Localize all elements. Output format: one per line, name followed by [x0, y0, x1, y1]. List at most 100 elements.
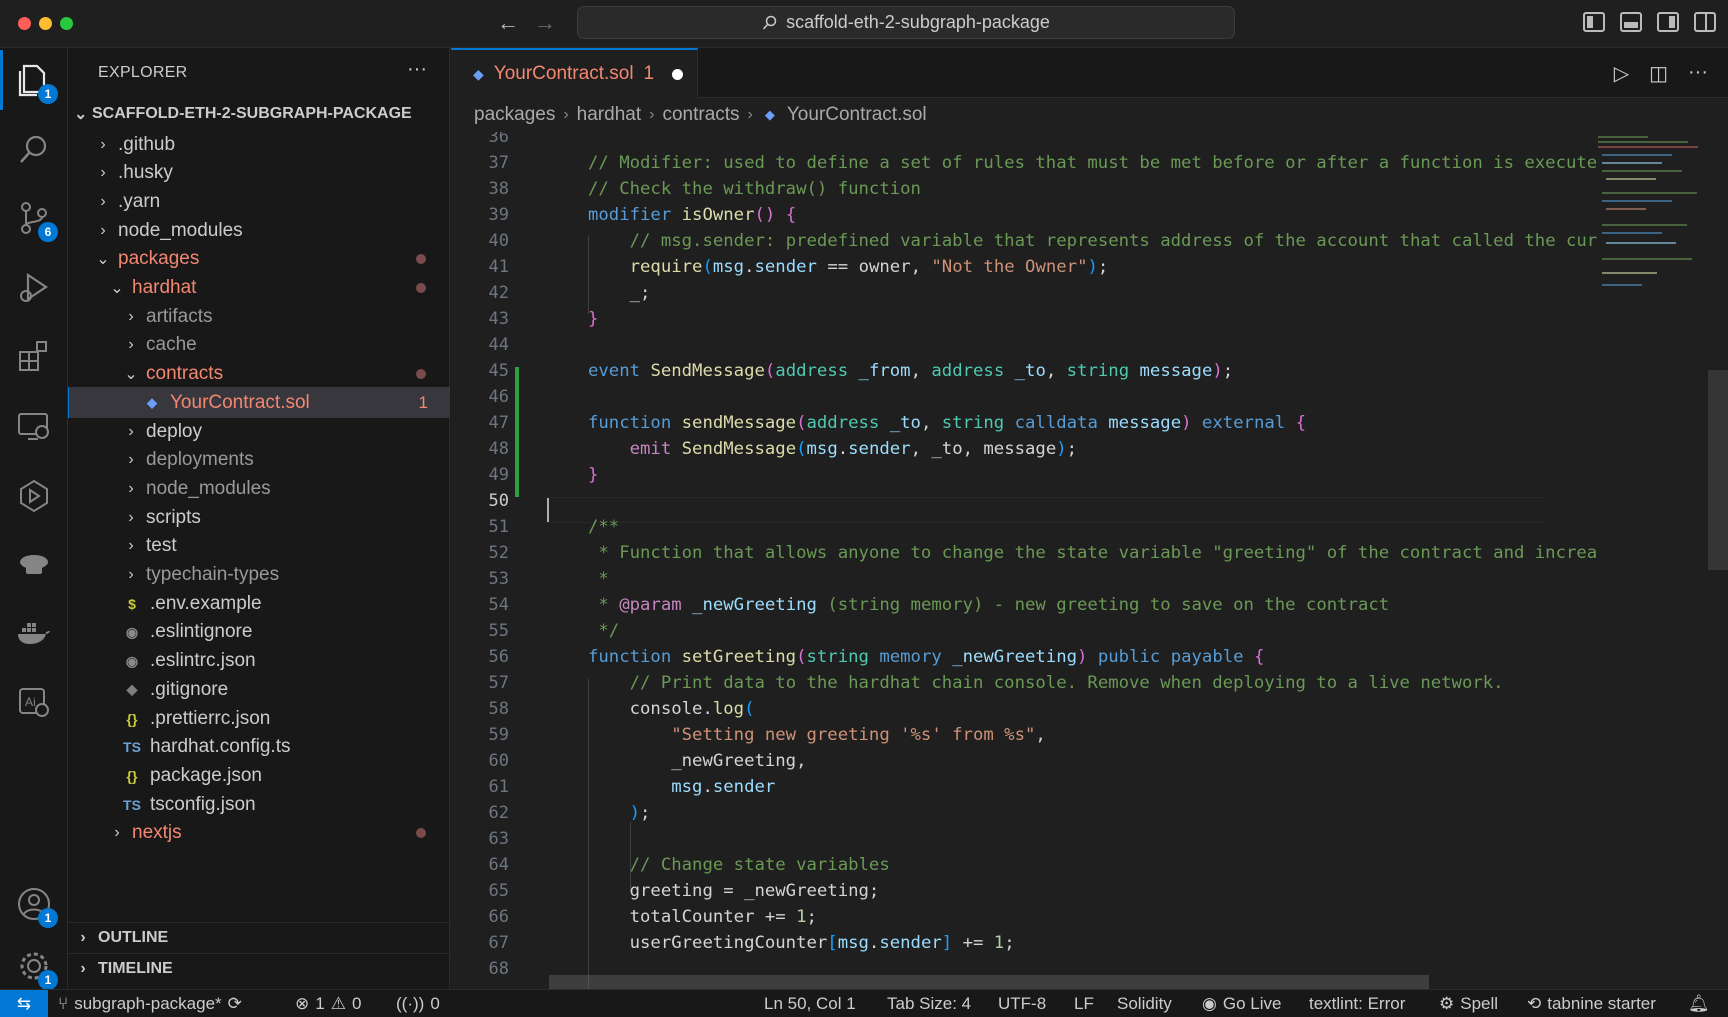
line-number: 68 [488, 959, 509, 979]
tree-item[interactable]: ◆ .gitignore [68, 674, 450, 705]
tree-item-label: contracts [146, 363, 224, 385]
file-type-icon: {} [126, 710, 138, 727]
sync-icon[interactable]: ⟳ [228, 994, 242, 1014]
breadcrumb-packages[interactable]: packages [474, 104, 555, 126]
search-icon[interactable] [16, 132, 52, 168]
back-arrow-icon[interactable]: ← [497, 10, 519, 36]
language-mode[interactable]: Solidity [1117, 994, 1172, 1014]
timeline-section[interactable]: › TIMELINE [68, 953, 450, 984]
explorer-icon[interactable]: 1 [0, 50, 58, 110]
run-icon[interactable]: ▷ [1614, 61, 1629, 86]
tree-item[interactable]: › deployments [68, 445, 450, 476]
chef-hat-icon[interactable] [16, 548, 52, 584]
chevron-right-icon: › [100, 135, 106, 153]
breadcrumb-hardhat[interactable]: hardhat [577, 104, 641, 126]
forward-arrow-icon[interactable]: → [534, 10, 556, 36]
line-number: 61 [488, 777, 509, 797]
tree-item[interactable]: ⌄ hardhat [68, 273, 450, 304]
command-center-search[interactable]: scaffold-eth-2-subgraph-package [577, 6, 1235, 39]
tree-item[interactable]: › nextjs [68, 818, 450, 849]
unsaved-dot-icon[interactable] [672, 68, 684, 80]
ai-assistant-icon[interactable]: Ai [16, 684, 52, 720]
tree-item[interactable]: ⌄ contracts [68, 359, 450, 390]
tree-item[interactable]: $ .env.example [68, 588, 450, 619]
tree-item[interactable]: › .github [68, 129, 450, 160]
modified-dot-icon [416, 369, 426, 380]
workspace-root[interactable]: ⌄ SCAFFOLD-ETH-2-SUBGRAPH-PACKAGE [68, 98, 450, 129]
outline-section[interactable]: › OUTLINE [68, 922, 450, 953]
spell-check[interactable]: ⚙ Spell [1439, 994, 1498, 1014]
tree-item[interactable]: ◉ .eslintrc.json [68, 646, 450, 677]
tree-item[interactable]: › deploy [68, 416, 450, 447]
tree-item[interactable]: › .yarn [68, 186, 450, 217]
chevron-down-icon: ⌄ [110, 280, 124, 297]
chevron-right-icon: › [563, 106, 569, 123]
tree-item[interactable]: {} .prettierrc.json [68, 703, 450, 734]
tree-item[interactable]: › artifacts [68, 301, 450, 332]
chevron-right-icon: › [100, 192, 106, 210]
tree-item[interactable]: › typechain-types [68, 560, 450, 591]
tree-item[interactable]: ⌄ packages [68, 244, 450, 275]
cursor-position[interactable]: Ln 50, Col 1 [764, 994, 856, 1014]
minimize-window-button[interactable] [39, 17, 52, 30]
tree-item[interactable]: › cache [68, 330, 450, 361]
tabnine-status[interactable]: ⟲ tabnine starter [1527, 994, 1656, 1014]
encoding[interactable]: UTF-8 [998, 994, 1046, 1014]
chevron-right-icon: › [80, 960, 86, 977]
file-type-icon: ◉ [125, 652, 139, 669]
manage-gear-icon[interactable]: 1 [16, 948, 58, 990]
code-line-39: modifier isOwner() { [588, 205, 797, 225]
tab-yourcontract-sol[interactable]: ◆ YourContract.sol 1 [451, 48, 698, 98]
tree-item[interactable]: ◉ .eslintignore [68, 617, 450, 648]
search-icon [763, 15, 777, 29]
tree-item[interactable]: {} package.json [68, 760, 450, 791]
toggle-panel-icon[interactable] [1620, 12, 1642, 32]
code-editor[interactable]: 36 37 38 39 40 41 42 43 44 45 46 47 48 49 50 51 52 53 54 55… [451, 132, 1728, 989]
tree-item[interactable]: TS tsconfig.json [68, 789, 450, 820]
chevron-right-icon: › [114, 824, 120, 842]
branch-indicator[interactable]: ⑂ subgraph-package* ⟳ [58, 994, 242, 1014]
source-control-icon[interactable]: 6 [16, 200, 58, 242]
tree-item[interactable]: › node_modules [68, 473, 450, 504]
breadcrumb-file[interactable]: YourContract.sol [787, 104, 927, 126]
docker-icon[interactable] [16, 616, 52, 652]
line-number: 56 [488, 647, 509, 667]
minimap[interactable] [1598, 132, 1708, 312]
tree-item[interactable]: › test [68, 531, 450, 562]
chevron-right-icon: › [100, 164, 106, 182]
close-window-button[interactable] [18, 17, 31, 30]
breadcrumb-contracts[interactable]: contracts [662, 104, 739, 126]
vertical-scrollbar[interactable] [1708, 370, 1728, 570]
ports-indicator[interactable]: ((·)) 0 [396, 994, 440, 1014]
customize-layout-icon[interactable] [1694, 12, 1716, 32]
run-debug-icon[interactable] [16, 270, 52, 306]
textlint-status[interactable]: textlint: Error [1309, 994, 1405, 1014]
more-actions-icon[interactable]: ··· [407, 58, 427, 81]
tree-item[interactable]: TS hardhat.config.ts [68, 732, 450, 763]
tree-item[interactable]: › node_modules [68, 215, 450, 246]
text-cursor [547, 498, 549, 522]
gear-icon: ⚙ [1439, 994, 1455, 1013]
more-actions-icon[interactable]: ··· [1688, 61, 1708, 86]
problems-indicator[interactable]: ⊗ 1 ⚠ 0 [295, 994, 361, 1014]
tree-item[interactable]: › scripts [68, 502, 450, 533]
tree-item-label: artifacts [146, 305, 213, 327]
horizontal-scrollbar[interactable] [549, 975, 1429, 989]
testing-icon[interactable] [16, 478, 52, 514]
remote-indicator-icon[interactable]: ⇆ [0, 990, 48, 1017]
tree-item-label: packages [118, 248, 200, 270]
accounts-icon[interactable]: 1 [16, 886, 58, 928]
tree-item[interactable]: ◆ YourContract.sol 1 [68, 387, 450, 419]
tree-item[interactable]: › .husky [68, 158, 450, 189]
tab-size[interactable]: Tab Size: 4 [887, 994, 971, 1014]
extensions-icon[interactable] [16, 338, 52, 374]
toggle-secondary-sidebar-icon[interactable] [1657, 12, 1679, 32]
maximize-window-button[interactable] [60, 17, 73, 30]
split-editor-icon[interactable]: ◫ [1649, 61, 1668, 86]
toggle-primary-sidebar-icon[interactable] [1583, 12, 1605, 32]
code-line-57: // Print data to the hardhat chain conso… [629, 673, 1504, 693]
go-live-button[interactable]: ◉ Go Live [1202, 994, 1281, 1014]
notifications-bell-icon[interactable]: 🔔︎ [1688, 994, 1710, 1014]
end-of-line[interactable]: LF [1074, 994, 1094, 1014]
remote-explorer-icon[interactable] [16, 408, 52, 444]
